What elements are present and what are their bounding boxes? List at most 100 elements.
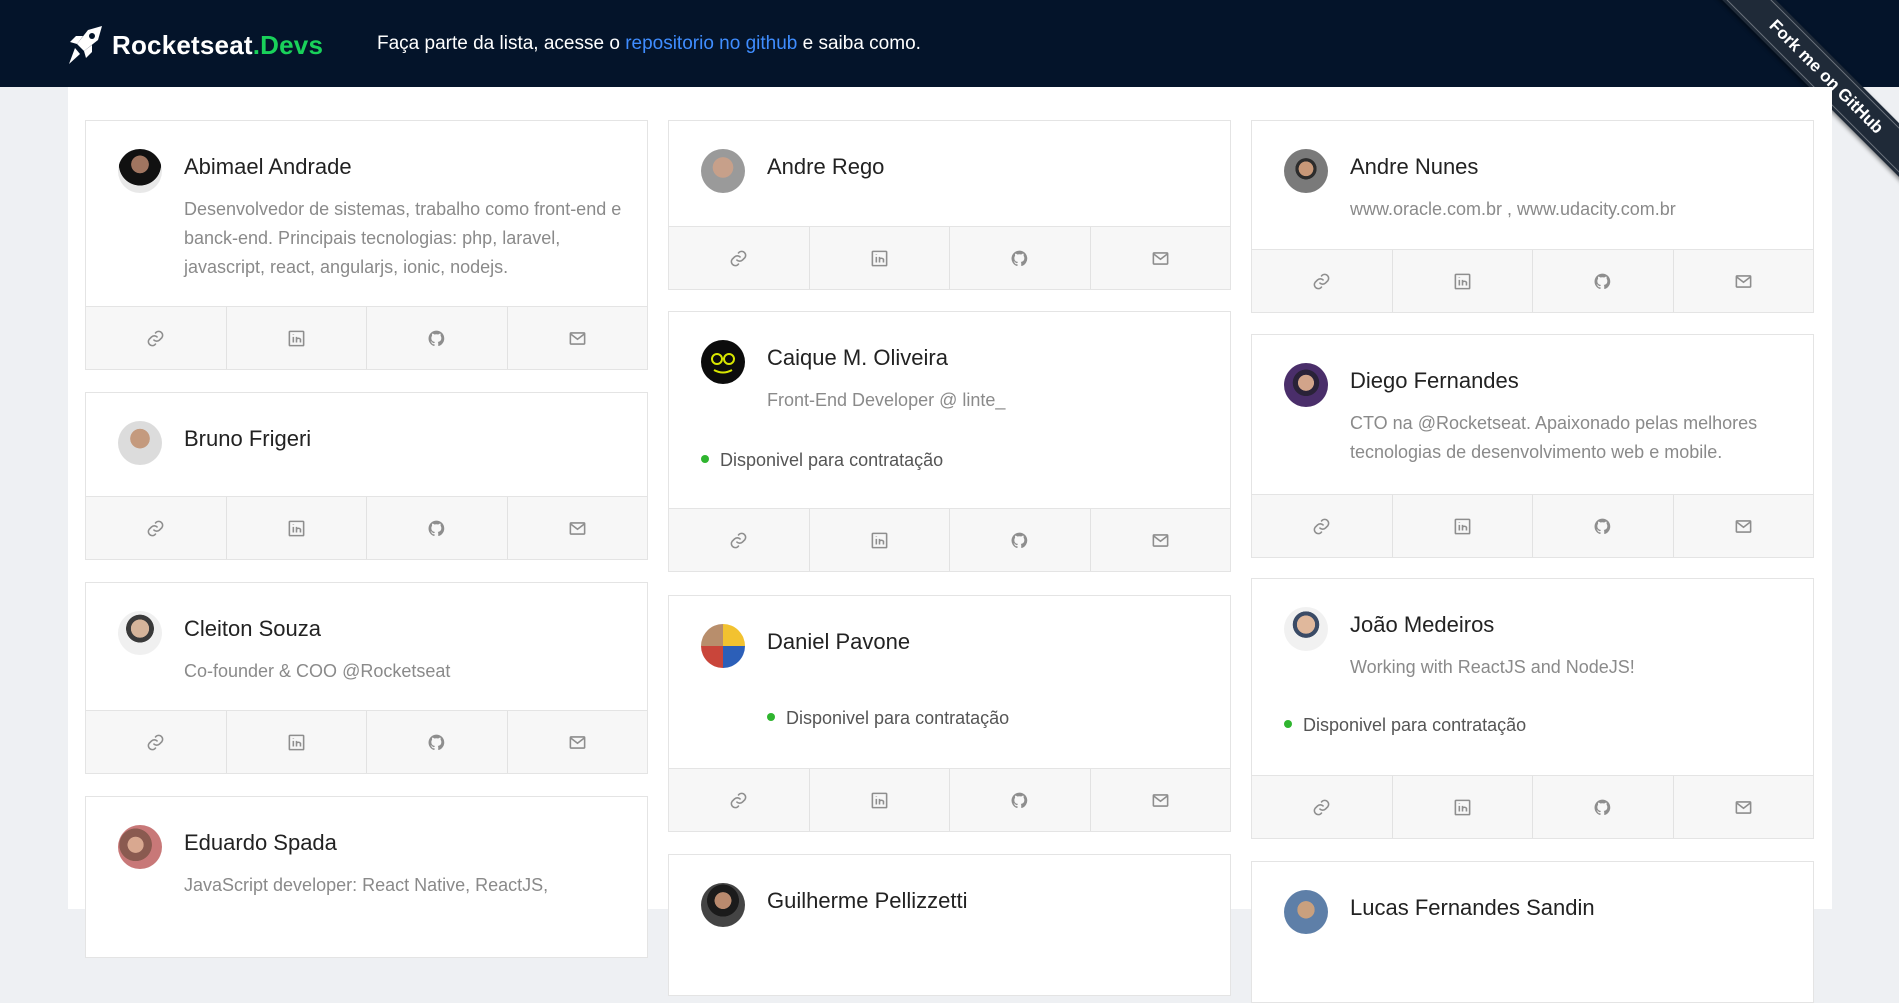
- avatar[interactable]: [701, 340, 745, 384]
- avatar[interactable]: [1284, 607, 1328, 651]
- developer-card: Cleiton Souza Co-founder & COO @Rocketse…: [85, 582, 648, 774]
- linkedin-icon: [288, 734, 305, 750]
- email-link[interactable]: [1672, 250, 1814, 312]
- developer-bio: Desenvolvedor de sistemas, trabalho como…: [184, 199, 622, 277]
- developer-name: Guilherme Pellizzetti: [767, 888, 968, 913]
- developer-name: João Medeiros: [1350, 612, 1495, 637]
- link-icon: [147, 520, 164, 536]
- github-link[interactable]: [1532, 495, 1673, 557]
- banner-text-after: e saiba como.: [797, 33, 921, 54]
- linkedin-icon: [871, 532, 888, 548]
- social-links: [1252, 249, 1813, 312]
- available-dot: [1284, 720, 1292, 729]
- availability-label: Disponivel para contratação: [1303, 715, 1527, 735]
- avatar[interactable]: [118, 421, 162, 465]
- linkedin-link[interactable]: [808, 769, 950, 831]
- linkedin-link[interactable]: [225, 711, 367, 773]
- developer-bio: JavaScript developer: React Native, Reac…: [184, 875, 549, 895]
- linkedin-link[interactable]: [808, 509, 950, 571]
- website-link[interactable]: [1252, 776, 1392, 838]
- link-icon: [1313, 518, 1330, 534]
- developer-name: Abimael Andrade: [184, 154, 352, 179]
- github-link[interactable]: [949, 769, 1090, 831]
- developer-name: Bruno Frigeri: [184, 426, 312, 451]
- avatar[interactable]: [701, 883, 745, 927]
- linkedin-link[interactable]: [1391, 250, 1533, 312]
- developer-name: Andre Rego: [767, 154, 885, 179]
- available-dot: [767, 713, 775, 722]
- avatar[interactable]: [118, 825, 162, 869]
- github-link[interactable]: [366, 497, 507, 559]
- github-link[interactable]: [1532, 250, 1673, 312]
- developer-bio: www.oracle.com.br , www.udacity.com.br: [1350, 199, 1676, 219]
- avatar[interactable]: [1284, 890, 1328, 934]
- github-icon: [1594, 518, 1611, 534]
- link-icon: [1313, 273, 1330, 289]
- email-link[interactable]: [1089, 769, 1231, 831]
- avatar[interactable]: [1284, 363, 1328, 407]
- github-icon: [428, 734, 445, 750]
- mail-icon: [1735, 800, 1752, 814]
- email-link[interactable]: [1089, 227, 1231, 289]
- brand-logo[interactable]: Rocketseat.Devs: [68, 24, 323, 66]
- github-icon: [1594, 273, 1611, 289]
- link-icon: [147, 734, 164, 750]
- github-icon: [1011, 792, 1028, 808]
- avatar[interactable]: [701, 624, 745, 668]
- availability-label: Disponivel para contratação: [720, 450, 944, 470]
- mail-icon: [1735, 519, 1752, 533]
- availability-status: Disponivel para contratação: [1284, 715, 1526, 736]
- avatar[interactable]: [1284, 149, 1328, 193]
- email-link[interactable]: [1089, 509, 1231, 571]
- website-link[interactable]: [1252, 250, 1392, 312]
- email-link[interactable]: [506, 711, 648, 773]
- github-link[interactable]: [1532, 776, 1673, 838]
- linkedin-icon: [288, 520, 305, 536]
- email-link[interactable]: [506, 497, 648, 559]
- availability-status: Disponivel para contratação: [767, 708, 1009, 729]
- website-link[interactable]: [1252, 495, 1392, 557]
- avatar[interactable]: [118, 611, 162, 655]
- linkedin-icon: [1454, 518, 1471, 534]
- banner-text-before: Faça parte da lista, acesse o: [377, 33, 626, 54]
- mail-icon: [1152, 533, 1169, 547]
- linkedin-link[interactable]: [225, 497, 367, 559]
- github-link[interactable]: [366, 711, 507, 773]
- email-link[interactable]: [506, 307, 648, 369]
- repository-link[interactable]: repositorio no github: [625, 33, 797, 54]
- email-link[interactable]: [1672, 776, 1814, 838]
- github-link[interactable]: [366, 307, 507, 369]
- github-icon: [428, 330, 445, 346]
- avatar[interactable]: [118, 149, 162, 193]
- developer-name: Caique M. Oliveira: [767, 345, 948, 370]
- website-link[interactable]: [669, 509, 809, 571]
- developer-card: Daniel Pavone Disponivel para contrataçã…: [668, 595, 1231, 832]
- linkedin-link[interactable]: [225, 307, 367, 369]
- avatar[interactable]: [701, 149, 745, 193]
- developer-card: Andre Nunes www.oracle.com.br , www.udac…: [1251, 120, 1814, 313]
- developer-card: Guilherme Pellizzetti: [668, 854, 1231, 996]
- linkedin-link[interactable]: [1391, 776, 1533, 838]
- rocket-icon: [69, 26, 102, 64]
- linkedin-link[interactable]: [808, 227, 950, 289]
- website-link[interactable]: [669, 769, 809, 831]
- mail-icon: [569, 521, 586, 535]
- brand-name: Rocketseat.Devs: [112, 30, 323, 61]
- linkedin-icon: [871, 250, 888, 266]
- avatar-glyph: [711, 353, 735, 374]
- website-link[interactable]: [669, 227, 809, 289]
- developer-card: Lucas Fernandes Sandin: [1251, 861, 1814, 1003]
- email-link[interactable]: [1672, 495, 1814, 557]
- linkedin-link[interactable]: [1391, 495, 1533, 557]
- website-link[interactable]: [86, 307, 226, 369]
- developer-grid: Abimael Andrade Desenvolvedor de sistema…: [68, 87, 1832, 1003]
- developer-name: Lucas Fernandes Sandin: [1350, 895, 1595, 920]
- github-link[interactable]: [949, 509, 1090, 571]
- developer-card: Bruno Frigeri: [85, 392, 648, 560]
- website-link[interactable]: [86, 497, 226, 559]
- developer-name: Eduardo Spada: [184, 830, 337, 855]
- website-link[interactable]: [86, 711, 226, 773]
- github-link[interactable]: [949, 227, 1090, 289]
- link-icon: [147, 330, 164, 346]
- developer-bio: CTO na @Rocketseat. Apaixonado pelas mel…: [1350, 413, 1758, 462]
